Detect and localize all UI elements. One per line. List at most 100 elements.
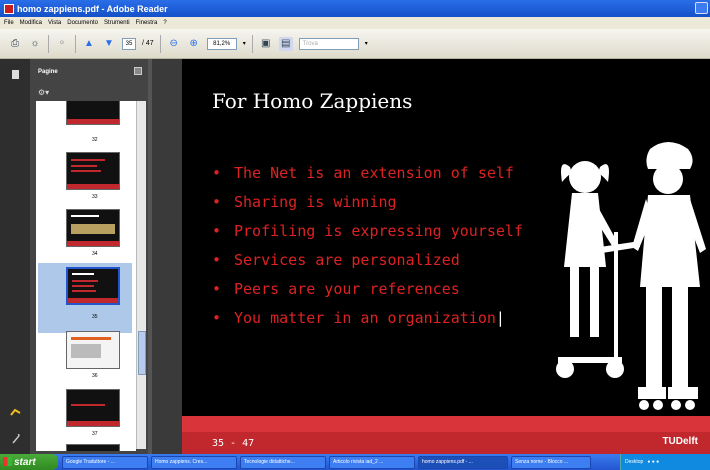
gear-icon: ⚙▾ [38,87,50,97]
children-silhouette-image [556,142,706,410]
window-title: homo zappiens.pdf - Adobe Reader [17,3,168,14]
document-area: For Homo Zappiens • The Net is an extensi… [152,59,710,454]
panel-title: Pagine [38,69,58,75]
desktop-label[interactable]: Desktop [625,459,643,465]
page-thumbnail[interactable] [66,331,120,369]
thumbnail-scrollbar[interactable] [136,101,146,449]
girl-silhouette [556,161,640,378]
page-thumbnail[interactable] [66,444,120,451]
next-page-icon[interactable]: ▼ [102,37,116,51]
taskbar-item-adobe-reader[interactable]: homo zappiens.pdf - ... [418,455,508,469]
bullet-list: • The Net is an extension of self • Sharin… [212,159,523,333]
thumbnail-label: 34 [92,251,98,257]
menu-modifica[interactable]: Modifica [20,20,42,26]
bullet-item: • Sharing is winning [212,193,397,211]
previous-page-icon[interactable]: ▲ [82,37,96,51]
thumbnail-label: 35 [92,314,98,320]
slide-page-indicator: 35 - 47 [212,438,255,449]
page-thumbnail-selected[interactable] [66,267,120,305]
zoom-in-icon[interactable]: ⊕ [187,37,201,51]
menu-help[interactable]: ? [163,20,166,26]
zoom-out-icon[interactable]: ⊖ [167,37,181,51]
thumbnail-footer [67,421,119,426]
thumbnail-text [71,165,97,167]
bullet-item: • Peers are your references [212,280,460,298]
boy-silhouette [632,142,706,410]
tray-icons[interactable]: ● ● ● [647,459,659,465]
thumbnail-images [71,224,115,234]
slide-title: For Homo Zappiens [212,89,413,113]
zoom-dropdown-icon[interactable]: ▾ [243,40,246,47]
thumbnail-text [71,404,105,406]
attachment-icon[interactable] [10,434,21,445]
taskbar-item-google-translate[interactable]: Google Traduttore - ... [62,455,148,469]
taskbar-item-tecnologie[interactable]: Tecnologie didattiche... [240,455,326,469]
taskbar-item-homo-zappiens[interactable]: Homo zappiens. Cres... [151,455,237,469]
page-number-input[interactable]: 35 [122,37,136,50]
slide-footer: 35 - 47 TUDelft [182,416,710,454]
fit-width-icon[interactable]: ▤ [278,36,293,51]
pages-panel: Pagine ⚙▾ 32 33 34 35 36 37 [30,59,148,454]
panel-header: Pagine [30,59,148,85]
bullet-item: • You matter in an organization| [212,309,505,327]
close-window-button[interactable] [695,2,708,14]
toolbar: ⎙ ☼ ⚬ ▲ ▼ 35 / 47 ⊖ ⊕ 81,2% ▾ ▣ ▤ Trova … [0,29,710,59]
thumbnail-label: 32 [92,137,98,143]
menu-bar: File Modifica Vista Documento Strumenti … [0,17,710,29]
menu-vista[interactable]: Vista [48,20,61,26]
panel-close-button[interactable] [134,67,142,75]
fit-page-icon[interactable]: ▣ [259,37,273,51]
thumbnail-text [72,285,94,287]
collaborate-icon[interactable]: ☼ [28,37,42,51]
page-thumbnail[interactable] [66,152,120,190]
bullet-item: • Profiling is expressing yourself [212,222,523,240]
toolbar-separator [251,34,253,53]
menu-documento[interactable]: Documento [67,20,98,26]
thumbnail-text [71,170,101,172]
thumbnail-footer [68,298,118,303]
title-bar: homo zappiens.pdf - Adobe Reader [0,0,710,17]
thumbnail-text [71,215,99,217]
page-thumbnail[interactable] [66,209,120,247]
thumbnail-images [71,344,101,358]
review-icon[interactable]: ⚬ [55,37,69,51]
search-dropdown-icon[interactable]: ▾ [365,40,368,47]
page-thumbnail[interactable] [66,389,120,427]
toolbar-separator [75,34,76,53]
adobe-reader-icon [4,3,14,14]
thumbnail-text [72,273,94,275]
system-tray: Desktop ● ● ● [620,454,710,470]
menu-finestra[interactable]: Finestra [136,20,158,26]
menu-file[interactable]: File [4,20,14,26]
scrollbar-thumb[interactable] [138,331,146,375]
signatures-icon[interactable] [10,407,21,418]
start-button[interactable]: start [0,454,58,470]
zoom-field[interactable]: 81,2% [206,37,237,50]
tudelft-logo: TUDelft [662,436,698,447]
thumbnail-footer [67,184,119,189]
taskbar-item-articolo[interactable]: Articolo rivista iad_2 ... [329,455,415,469]
thumbnail-text [72,290,96,292]
navigation-rail [0,59,30,454]
thumbnail-label: 37 [92,431,98,437]
taskbar-item-notepad[interactable]: Senza nome - Blocco ... [511,455,591,469]
thumbnail-text [72,280,98,282]
thumbnail-label: 33 [92,194,98,200]
slide-page: For Homo Zappiens • The Net is an extensi… [182,59,710,454]
search-input[interactable]: Trova [298,37,359,50]
pages-icon[interactable] [10,69,21,80]
page-total: / 47 [142,40,154,47]
taskbar: start Google Traduttore - ... Homo zappi… [0,454,710,470]
thumbnail-text [71,337,111,340]
thumbnail-footer [67,241,119,246]
thumbnail-text [71,159,105,161]
thumbnail-list: 32 33 34 35 36 37 [36,101,136,451]
panel-options-button[interactable]: ⚙▾ [30,85,148,99]
print-icon[interactable]: ⎙ [8,37,22,51]
bullet-item: • The Net is an extension of self [212,164,514,182]
bullet-item: • Services are personalized [212,251,460,269]
windows-logo-icon [3,457,12,466]
page-thumbnail[interactable] [66,101,120,125]
menu-strumenti[interactable]: Strumenti [104,20,130,26]
thumbnail-label: 36 [92,373,98,379]
